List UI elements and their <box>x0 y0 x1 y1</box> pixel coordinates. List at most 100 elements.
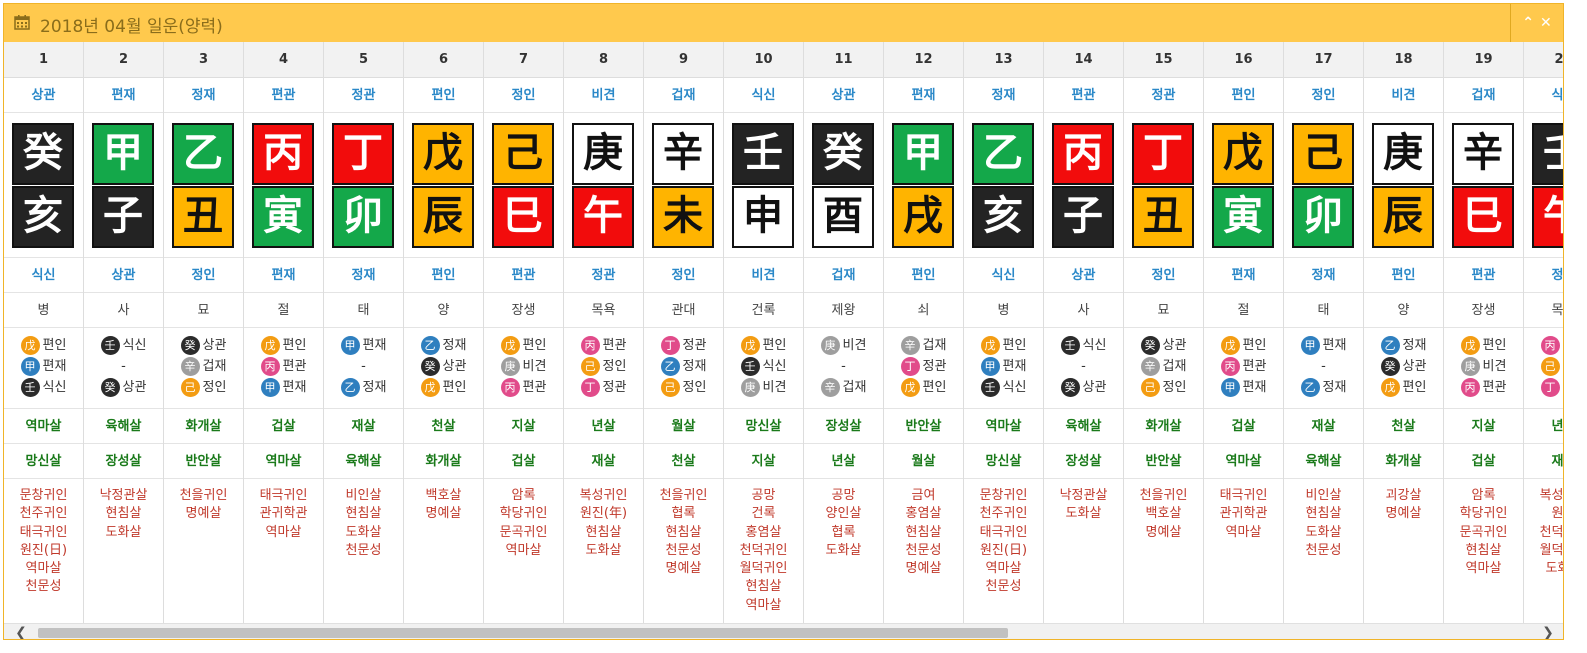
sinsal-primary: 지살 <box>1444 409 1523 444</box>
heavenly-stem-char: 丁 <box>332 123 394 185</box>
hidden-stem-line: 乙 정재 <box>404 335 483 356</box>
twelve-stage: 병 <box>4 293 83 328</box>
hidden-stem-line: 己 정인 <box>644 377 723 398</box>
extra-sinsal-list: 문창귀인 천주귀인 태극귀인 원진(日) 역마살 천문성 <box>964 479 1043 623</box>
hidden-stem-label: 정관 <box>922 359 947 374</box>
hidden-stem-badge: 甲 <box>980 357 1000 376</box>
day-column: 12 편재 甲戌 편인 쇠 辛 겁재 丁 정관 戊 편인 반안살 월살 금여 홍염살 현침살 천문성 명예살 <box>884 42 964 623</box>
sinsal-primary: 재살 <box>1284 409 1363 444</box>
hidden-stem-line: 戊 편인 <box>4 335 83 356</box>
twelve-stage: 양 <box>1364 293 1443 328</box>
scroll-right-arrow-icon[interactable]: ❯ <box>1539 624 1557 639</box>
day-number: 12 <box>884 42 963 78</box>
hidden-stems: 戊 편인 丙 편관 甲 편재 <box>1204 328 1283 409</box>
hidden-stem-badge: 甲 <box>1300 336 1320 355</box>
sinsal-item: 도화살 <box>345 524 382 540</box>
hidden-stem-line: 庚 비견 <box>1444 356 1523 377</box>
sinsal-item: 태극귀인 <box>259 488 308 503</box>
sinsal-primary: 역마살 <box>964 409 1043 444</box>
horizontal-scrollbar[interactable]: ❮ ❯ <box>4 623 1563 639</box>
hidden-stem-label: 편인 <box>522 338 547 353</box>
heavenly-stem-char: 己 <box>1292 123 1354 185</box>
stem-ten-god: 상관 <box>804 78 883 113</box>
sinsal-item: 명예살 <box>425 506 462 522</box>
day-number: 18 <box>1364 42 1443 78</box>
hidden-stems: 丙 편관 己 정인 丁 정관 <box>564 328 643 409</box>
branch-ten-god: 정인 <box>164 258 243 293</box>
twelve-stage: 양 <box>404 293 483 328</box>
sinsal-item: 학당귀인 <box>1459 506 1508 522</box>
heavenly-stem-char: 壬 <box>1532 123 1563 185</box>
collapse-button[interactable]: ⌃ <box>1522 15 1534 31</box>
scroll-left-arrow-icon[interactable]: ❮ <box>12 624 30 639</box>
hidden-stem-line: 丙 편관 <box>1444 377 1523 398</box>
hidden-stem-line: 戊 편인 <box>1364 377 1443 398</box>
sinsal-primary: 육해살 <box>84 409 163 444</box>
sinsal-secondary: 육해살 <box>1284 444 1363 479</box>
hidden-stem-line: 乙 정재 <box>1284 377 1363 398</box>
sinsal-primary: 겁살 <box>1204 409 1283 444</box>
hidden-stem-label: 정재 <box>442 338 467 353</box>
sinsal-item: 문창귀인 <box>19 488 68 503</box>
hidden-stem-label: 정인 <box>602 359 627 374</box>
sinsal-item: 도화살 <box>1545 561 1563 577</box>
hidden-stem-label: 편인 <box>282 338 307 353</box>
hidden-stem-badge: 癸 <box>100 378 120 397</box>
hidden-stem-badge: 乙 <box>660 357 680 376</box>
sinsal-item: 천덕귀인 <box>739 542 788 558</box>
hidden-stem-badge: 乙 <box>1380 336 1400 355</box>
sinsal-item: 천을귀인 <box>1139 488 1188 503</box>
hidden-stem-line: 癸 상관 <box>404 356 483 377</box>
hidden-stem-badge: 己 <box>660 378 680 397</box>
stem-ten-god: 상관 <box>4 78 83 113</box>
day-number: 2 <box>84 42 163 78</box>
sinsal-item: 비인살 <box>345 488 382 503</box>
hidden-stem-label: 겁재 <box>1162 359 1187 374</box>
twelve-stage: 사 <box>84 293 163 328</box>
hidden-stem-label: 식신 <box>1082 338 1107 353</box>
sinsal-item: 백호살 <box>1145 506 1182 522</box>
extra-sinsal-list: 비인살 현침살 도화살 천문성 <box>1284 479 1363 623</box>
sinsal-item: 건록 <box>751 506 776 522</box>
hidden-stem-badge: 丁 <box>1540 378 1560 397</box>
hidden-stem-line: 壬 식신 <box>964 377 1043 398</box>
twelve-stage: 태 <box>324 293 403 328</box>
sinsal-secondary: 천살 <box>644 444 723 479</box>
sinsal-secondary: 반안살 <box>164 444 243 479</box>
extra-sinsal-list: 암록 학당귀인 문곡귀인 현침살 역마살 <box>1444 479 1523 623</box>
earthly-branch-char: 午 <box>572 186 634 248</box>
sinsal-item: 도화살 <box>1305 524 1342 540</box>
ganzhi-block: 丁卯 <box>324 113 403 258</box>
extra-sinsal-list: 천을귀인 명예살 <box>164 479 243 623</box>
hidden-stem-badge: 丙 <box>1220 357 1240 376</box>
sinsal-primary: 육해살 <box>1044 409 1123 444</box>
hidden-stem-label: 편인 <box>1482 338 1507 353</box>
ganzhi-block: 丁丑 <box>1124 113 1203 258</box>
extra-sinsal-list: 문창귀인 천주귀인 태극귀인 원진(日) 역마살 천문성 <box>4 479 83 623</box>
sinsal-item: 관귀학관 <box>259 506 308 522</box>
stem-ten-god: 비견 <box>564 78 643 113</box>
hidden-stem-badge: 戊 <box>500 336 520 355</box>
extra-sinsal-list: 태극귀인 관귀학관 역마살 <box>244 479 323 623</box>
hidden-stems: 乙 정재 癸 상관 戊 편인 <box>1364 328 1443 409</box>
sinsal-item: 천덕귀인 <box>1539 524 1564 540</box>
sinsal-item: 암록 <box>511 488 536 503</box>
sinsal-secondary: 겁살 <box>1444 444 1523 479</box>
sinsal-item: 명예살 <box>1385 506 1422 522</box>
extra-sinsal-list: 금여 홍염살 현침살 천문성 명예살 <box>884 479 963 623</box>
hidden-stem-line: 己 정인 <box>564 356 643 377</box>
hidden-stem-line: 甲 편재 <box>1284 335 1363 356</box>
close-button[interactable]: ✕ <box>1540 15 1552 31</box>
ganzhi-block: 己巳 <box>484 113 563 258</box>
hidden-stems: 丁 정관 乙 정재 己 정인 <box>644 328 723 409</box>
twelve-stage: 태 <box>1284 293 1363 328</box>
heavenly-stem-char: 戊 <box>412 123 474 185</box>
hidden-stem-badge: 丁 <box>660 336 680 355</box>
twelve-stage: 절 <box>244 293 323 328</box>
sinsal-item: 현침살 <box>745 579 782 595</box>
sinsal-item: 월덕귀인 <box>739 561 788 577</box>
sinsal-item: 협록 <box>831 524 856 540</box>
scrollbar-thumb[interactable] <box>38 628 1008 638</box>
ganzhi-block: 丙寅 <box>244 113 323 258</box>
hidden-stem-label: 정인 <box>1162 380 1187 395</box>
